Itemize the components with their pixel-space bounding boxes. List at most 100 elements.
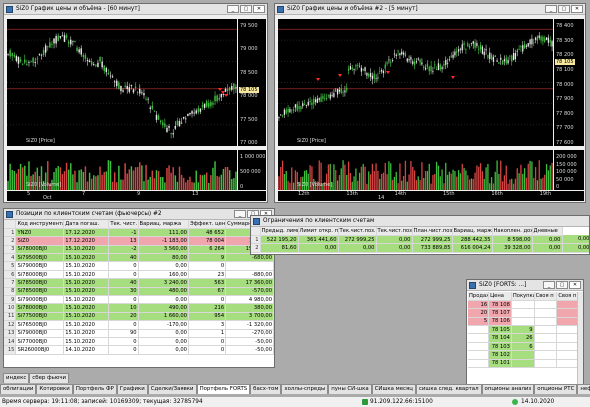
volume-bar xyxy=(353,176,355,190)
workspace-tab[interactable]: Котировки xyxy=(36,384,73,394)
table-row[interactable]: 8 Si78500BJ0 15.10.2020 30 480,00 67 -570,00 xyxy=(4,287,274,297)
volume-bar xyxy=(336,180,339,190)
table-row[interactable]: 1YNZ017.12.2020-1111,0048 652-72,00 xyxy=(4,228,274,238)
limit-value: 522 195,20 xyxy=(260,235,299,245)
table-row[interactable]: 7 Si78500BJ0 15.10.2020 40 3 240,00 563 17 360… xyxy=(4,278,274,288)
candle-body xyxy=(280,114,282,116)
candle-body xyxy=(415,61,418,63)
orderbook-scrollbar[interactable] xyxy=(577,292,583,388)
limits-table[interactable]: Предыд. лимитЛимит откр. п.Тек.чист.поз.… xyxy=(251,227,589,253)
positions-title: Позиции по клиентским счетам (фьючерсы) … xyxy=(16,211,162,217)
candle-body xyxy=(105,68,108,73)
volume-bar xyxy=(355,168,357,190)
orderbook-row[interactable]: 5 78 106 xyxy=(468,317,578,327)
table-row[interactable]: 10 Si78000BJ0 15.10.2020 10 490,00 216 380,00 xyxy=(4,303,274,313)
table-row[interactable]: 14 Si77000BJ0 15.10.2020 0 0,00 0 -50,00 xyxy=(4,337,274,347)
chart2-titlebar[interactable]: SiZ0 График цены и объёма #2 - [5 минут]… xyxy=(275,4,585,15)
minimize-button[interactable]: _ xyxy=(543,281,555,289)
maximize-button[interactable]: ▢ xyxy=(240,5,252,13)
candle-body xyxy=(395,54,397,56)
workspace-tab[interactable]: Графики xyxy=(116,384,148,394)
candle-body xyxy=(74,41,76,43)
orderbook-row[interactable]: 78 101 xyxy=(468,359,578,369)
axis-tick-label: 9 xyxy=(137,191,141,197)
price-chart-window-5min[interactable]: SiZ0 График цены и объёма #2 - [5 минут]… xyxy=(274,3,586,203)
table-row[interactable]: 2 81,60 0,00 0,00 0,00 733 889,85 616 004,24 39… xyxy=(251,243,589,253)
table-row[interactable]: 13 Si79000BJ0 15.10.2020 90 0,00 1 -270,00 xyxy=(4,329,274,338)
limits-window[interactable]: Ограничения по клиентским счетам Предыд.… xyxy=(250,215,590,255)
candle-body xyxy=(197,108,200,113)
workspace-tab[interactable]: сишка след. квартал xyxy=(415,384,482,394)
buy-volume xyxy=(511,359,535,369)
orderbook-titlebar[interactable]: SiZ0 [FORTS: ...] _ ▢ ✕ xyxy=(467,280,583,291)
workspace-tab[interactable]: индекс xyxy=(3,373,30,383)
table-row[interactable]: 2SiZ017.12.202013-1 183,0078 0041 280,00 xyxy=(4,236,274,246)
table-row[interactable]: 15 SR26000BJ0 14.10.2020 0 0,00 0 -50,00 xyxy=(4,345,274,355)
price-chart-window-60min[interactable]: SiZ0 График цены и объёма - [60 минут] _… xyxy=(3,3,268,203)
candle-body xyxy=(311,102,313,106)
workspace-tab[interactable]: облигации xyxy=(0,384,37,394)
workspace-tab[interactable]: Портфель FORTS xyxy=(196,384,251,394)
limits-titlebar[interactable]: Ограничения по клиентским счетам xyxy=(251,216,589,227)
positions-titlebar[interactable]: Позиции по клиентским счетам (фьючерсы) … xyxy=(4,209,274,220)
candle-body xyxy=(338,89,341,92)
minimize-button[interactable]: _ xyxy=(545,5,557,13)
candle-body xyxy=(331,95,333,96)
table-row[interactable]: 11 Si77500BJ0 15.10.2020 20 1 660,00 954 3 700… xyxy=(4,312,274,322)
candle-body xyxy=(55,36,57,44)
workspace-tab[interactable]: басх-том xyxy=(250,384,282,394)
orderbook-row[interactable]: 78 103 6 xyxy=(468,342,578,352)
maximize-button[interactable]: ▢ xyxy=(556,281,568,289)
net-position: 30 xyxy=(108,287,139,297)
candle-body xyxy=(408,59,410,61)
orderbook-table[interactable]: Продаж Цена Покупка Своя п Своя п 16 78 108 20… xyxy=(468,292,578,369)
positions-table[interactable]: Код инструментаДата погаш.Тек. чист. поз… xyxy=(4,220,274,355)
workspace-tab[interactable]: опционы РТС xyxy=(534,384,578,394)
effective-price: 0 xyxy=(188,295,227,305)
candle-body xyxy=(84,55,87,59)
table-row[interactable]: 12 Si76500BJ0 15.10.2020 0 -170,00 3 -1 320,00 xyxy=(4,320,274,330)
table-window-icon xyxy=(253,218,260,225)
table-row[interactable]: 9 Si79000BJ0 15.10.2020 0 0,00 0 4 980,00 xyxy=(4,295,274,305)
net-position: 40 xyxy=(108,278,139,288)
workspace-tab[interactable]: холлы-спреды xyxy=(281,384,329,394)
orderbook-row[interactable]: 78 104 26 xyxy=(468,333,578,343)
chart1-price-panel[interactable] xyxy=(7,19,237,146)
maximize-button[interactable]: ▢ xyxy=(558,5,570,13)
workspace-tab[interactable]: пуны СИ-шка xyxy=(328,384,372,394)
table-row[interactable]: 5 Si79000BJ0 15.10.2020 0 0,00 0 xyxy=(4,261,274,271)
orderbook-row[interactable]: 78 105 9 xyxy=(468,325,578,335)
orderbook-row[interactable]: 20 78 107 xyxy=(468,308,578,318)
candle-body xyxy=(233,83,235,90)
workspace-tab[interactable]: сбер фьючи xyxy=(29,373,70,383)
minimize-button[interactable]: _ xyxy=(234,210,246,218)
volume-bar xyxy=(172,167,174,190)
instrument-code: Si78000BJ0 xyxy=(15,270,65,280)
workspace-tab[interactable]: опционы анализ xyxy=(481,384,535,394)
chart1-titlebar[interactable]: SiZ0 График цены и объёма - [60 минут] _… xyxy=(4,4,267,15)
table-row[interactable]: 1 522 195,20 361 441,60 272 999,25 0,00 272 9… xyxy=(251,235,589,245)
status-bar: Время сервера: 19:11:08; записей: 101693… xyxy=(0,396,590,407)
chart2-price-panel[interactable] xyxy=(278,19,553,146)
close-button[interactable]: ✕ xyxy=(571,5,583,13)
close-button[interactable]: ✕ xyxy=(253,5,265,13)
orderbook-row[interactable]: 78 102 xyxy=(468,350,578,360)
positions-window[interactable]: Позиции по клиентским счетам (фьючерсы) … xyxy=(3,208,275,368)
volume-bar xyxy=(463,168,465,190)
table-row[interactable]: 4 Si79500BJ0 15.10.2020 40 80,00 9 -680,00 xyxy=(4,253,274,263)
price-level: 78 106 xyxy=(488,317,512,327)
table-row[interactable]: 6 Si78000BJ0 15.10.2020 0 160,00 23 -880,00 xyxy=(4,270,274,280)
workspace-tab[interactable]: СИшка месяц xyxy=(371,384,416,394)
table-row[interactable]: 3Si78000BJ015.10.2020-23 560,006 26415 5… xyxy=(4,245,274,255)
axis-tick-label: 0 xyxy=(240,184,244,190)
candle-body xyxy=(76,47,78,52)
close-button[interactable]: ✕ xyxy=(569,281,581,289)
workspace-tab[interactable]: нефть... xyxy=(577,384,590,394)
candle-body xyxy=(419,59,421,63)
orderbook-window[interactable]: SiZ0 [FORTS: ...] _ ▢ ✕ Продаж Цена Покупк… xyxy=(466,279,584,389)
volume-bar xyxy=(224,167,227,190)
workspace-tab[interactable]: Сделки/Заявки xyxy=(147,384,197,394)
minimize-button[interactable]: _ xyxy=(227,5,239,13)
workspace-tab[interactable]: Портфель ФР xyxy=(72,384,117,394)
orderbook-row[interactable]: 16 78 108 xyxy=(468,300,578,310)
